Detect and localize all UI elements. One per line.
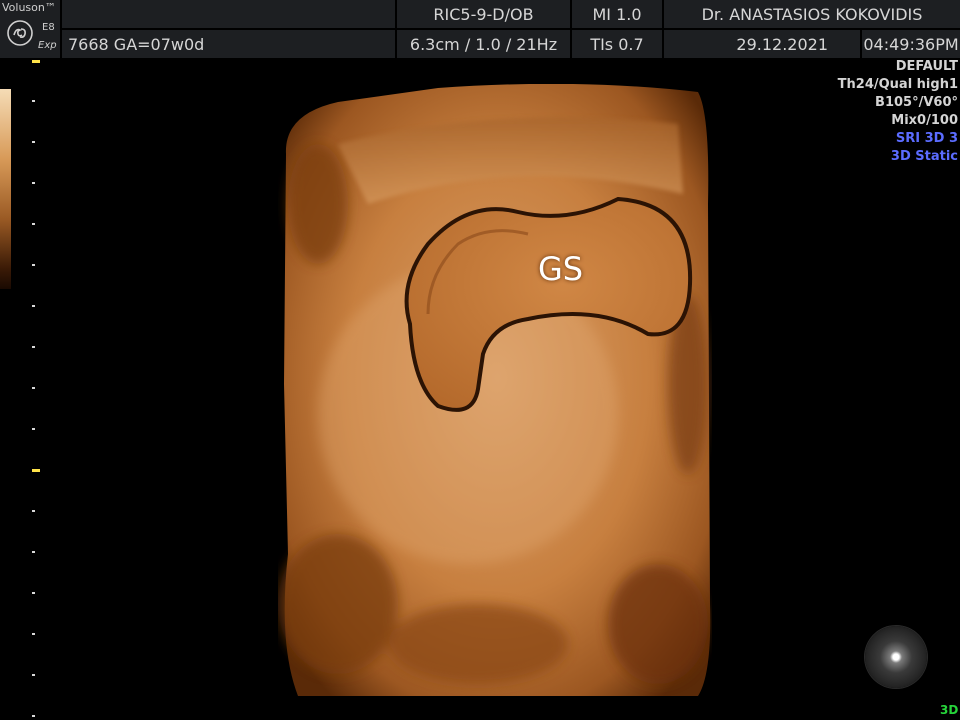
ge-logo-icon xyxy=(7,20,33,46)
trackball-icon[interactable] xyxy=(865,626,927,688)
header-blank xyxy=(62,0,395,28)
depth-tick xyxy=(32,674,35,676)
depth-frequency: 6.3cm / 1.0 / 21Hz xyxy=(397,30,570,58)
quality-label: Th24/Qual high1 xyxy=(837,77,958,92)
depth-tick xyxy=(32,346,35,348)
preset-label: DEFAULT xyxy=(895,59,958,74)
depth-tick xyxy=(32,100,35,102)
depth-tick xyxy=(32,428,35,430)
ge-logo-area: Voluson™ E8 Exp xyxy=(0,0,60,58)
depth-tick xyxy=(32,551,35,553)
depth-tick xyxy=(32,469,40,472)
depth-tick xyxy=(32,633,35,635)
brand-name: Voluson™ xyxy=(2,1,56,14)
depth-tick xyxy=(32,387,35,389)
render-image xyxy=(278,83,711,697)
tis-label: TIs 0.7 xyxy=(572,30,662,58)
model-name: E8 xyxy=(42,22,55,33)
sri-label: SRI 3D 3 xyxy=(895,131,958,146)
mix-label: Mix0/100 xyxy=(891,113,958,128)
exam-date: 29.12.2021 xyxy=(664,30,860,58)
depth-tick xyxy=(32,60,40,63)
depth-tick xyxy=(32,264,35,266)
mode-label: 3D Static xyxy=(890,149,958,164)
mode-indicator: 3D xyxy=(940,703,959,717)
depth-tick xyxy=(32,141,35,143)
depth-tick xyxy=(32,510,35,512)
depth-tick xyxy=(32,305,35,307)
depth-tick xyxy=(32,223,35,225)
gs-annotation: GS xyxy=(538,250,584,288)
gray-map-bar xyxy=(0,89,11,289)
angles-label: B105°/V60° xyxy=(875,95,958,110)
exam-time: 04:49:36PM xyxy=(862,30,960,58)
probe-label: RIC5-9-D/OB xyxy=(397,0,570,28)
depth-tick xyxy=(32,592,35,594)
depth-tick xyxy=(32,182,35,184)
patient-info: 7668 GA=07w0d xyxy=(62,30,395,58)
mi-label: MI 1.0 xyxy=(572,0,662,28)
ultrasound-3d-render[interactable]: GS xyxy=(278,83,712,697)
depth-tick xyxy=(32,715,35,717)
operator-name: Dr. ANASTASIOS KOKOVIDIS xyxy=(664,0,960,28)
edition-name: Exp xyxy=(38,40,57,51)
